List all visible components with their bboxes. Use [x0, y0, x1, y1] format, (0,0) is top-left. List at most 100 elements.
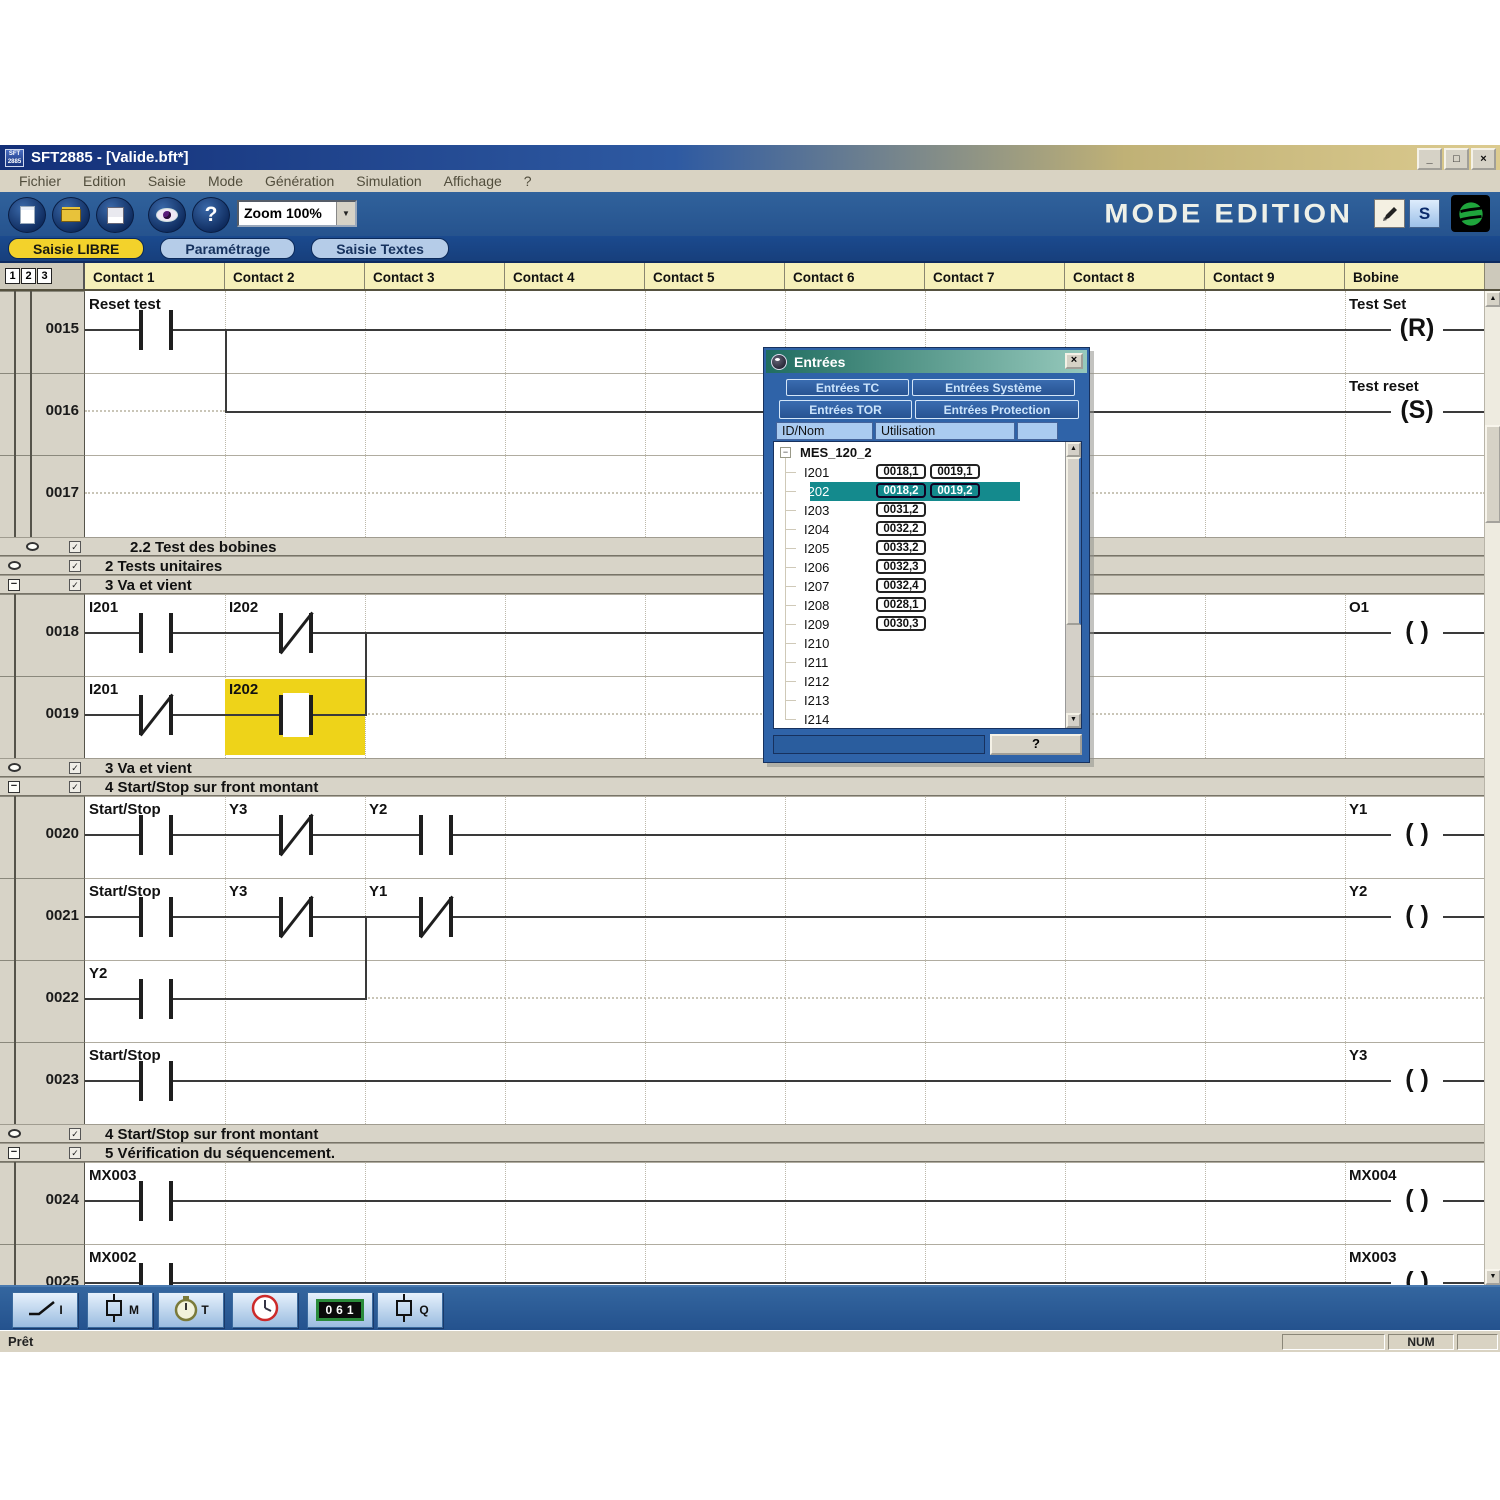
section-end-icon[interactable] [8, 561, 21, 570]
section-bar[interactable]: −✓5 Vérification du séquencement. [0, 1143, 1500, 1162]
dialog-tab-entrées-tor[interactable]: Entrées TOR [779, 400, 912, 419]
rung-0021[interactable]: 0021Start/StopY3Y1Y2( ) [0, 878, 1500, 960]
input-row-I204[interactable]: I2040032,2 [774, 520, 1081, 539]
section-collapse-icon[interactable]: − [8, 579, 20, 591]
view-tab-saisie-textes[interactable]: Saisie Textes [311, 238, 449, 259]
section-end-icon[interactable] [26, 542, 39, 551]
section-bar[interactable]: −✓4 Start/Stop sur front montant [0, 777, 1500, 796]
section-checkbox-icon[interactable]: ✓ [69, 560, 81, 572]
dialog-list-scrollbar[interactable]: ▲▼ [1065, 442, 1081, 728]
scrollbar-thumb[interactable] [1066, 457, 1081, 625]
view-tab-saisie-libre[interactable]: Saisie LIBRE [8, 238, 144, 259]
edit-mode-button[interactable] [1374, 199, 1405, 228]
usage-ref-chip[interactable]: 0032,3 [876, 559, 926, 574]
close-button[interactable]: × [1471, 148, 1496, 170]
section-checkbox-icon[interactable]: ✓ [69, 541, 81, 553]
view-tab-paramétrage[interactable]: Paramétrage [160, 238, 295, 259]
dialog-input-list[interactable]: −MES_120_2I2010018,10019,1I2020018,20019… [773, 441, 1082, 729]
input-row-I211[interactable]: I211 [774, 653, 1081, 672]
usage-ref-chip[interactable]: 0033,2 [876, 540, 926, 555]
save-button[interactable] [96, 197, 134, 233]
restore-button[interactable]: □ [1444, 148, 1469, 170]
zoom-combobox[interactable]: Zoom 100% ▼ [237, 200, 357, 227]
help-button[interactable]: ? [192, 197, 230, 233]
section-checkbox-icon[interactable]: ✓ [69, 762, 81, 774]
ladder-vertical-scrollbar[interactable]: ▲▼ [1484, 291, 1500, 1285]
scroll-down-icon[interactable]: ▼ [1485, 1269, 1500, 1285]
menu-simulation[interactable]: Simulation [345, 171, 432, 191]
rung-0020[interactable]: 0020Start/StopY3Y2Y1( ) [0, 796, 1500, 878]
menu-edition[interactable]: Edition [72, 171, 137, 191]
timer-tool-button[interactable]: T [158, 1292, 224, 1328]
section-collapse-icon[interactable]: − [8, 1147, 20, 1159]
header-corner-123[interactable]: 123 [0, 263, 85, 289]
dialog-column-utilisation[interactable]: Utilisation [875, 422, 1015, 440]
tree-collapse-icon[interactable]: − [780, 447, 791, 458]
zoom-dropdown-arrow-icon[interactable]: ▼ [336, 202, 355, 225]
input-row-I212[interactable]: I212 [774, 672, 1081, 691]
dialog-help-button[interactable]: ? [990, 734, 1082, 755]
input-row-I201[interactable]: I2010018,10019,1 [774, 463, 1081, 482]
input-row-I214[interactable]: I214 [774, 710, 1081, 729]
usage-ref-chip[interactable]: 0018,1 [876, 464, 926, 479]
section-checkbox-icon[interactable]: ✓ [69, 1147, 81, 1159]
section-checkbox-icon[interactable]: ✓ [69, 781, 81, 793]
rung-0023[interactable]: 0023Start/StopY3( ) [0, 1042, 1500, 1124]
memory-coil-tool-button[interactable]: M [87, 1292, 153, 1328]
ladder-canvas[interactable]: 0015Reset testTest Set(R)0016Test reset(… [0, 291, 1500, 1285]
section-bar[interactable]: ✓3 Va et vient [0, 758, 1500, 777]
input-row-I213[interactable]: I213 [774, 691, 1081, 710]
rung-0017[interactable]: 0017 [0, 455, 1500, 537]
usage-ref-chip[interactable]: 0030,3 [876, 616, 926, 631]
scroll-up-icon[interactable]: ▲ [1066, 442, 1081, 457]
input-row-I210[interactable]: I210 [774, 634, 1081, 653]
section-collapse-icon[interactable]: − [8, 781, 20, 793]
output-coil-tool-button[interactable]: Q [377, 1292, 443, 1328]
usage-ref-chip[interactable]: 0028,1 [876, 597, 926, 612]
input-row-I203[interactable]: I2030031,2 [774, 501, 1081, 520]
dialog-close-button[interactable]: × [1065, 353, 1083, 369]
dialog-column-id-nom[interactable]: ID/Nom [776, 422, 873, 440]
counter-tool-button[interactable]: 061 [307, 1292, 373, 1328]
clock-tool-button[interactable] [232, 1292, 298, 1328]
usage-ref-chip[interactable]: 0018,2 [876, 483, 926, 498]
minimize-button[interactable]: _ [1417, 148, 1442, 170]
section-bar[interactable]: ✓4 Start/Stop sur front montant [0, 1124, 1500, 1143]
rung-0019[interactable]: 0019I201I202 [0, 676, 1500, 758]
usage-ref-chip[interactable]: 0019,1 [930, 464, 980, 479]
scroll-down-icon[interactable]: ▼ [1066, 713, 1081, 728]
rung-0025[interactable]: 0025MX002MX003( ) [0, 1244, 1500, 1285]
input-contact-tool-button[interactable]: I [12, 1292, 78, 1328]
section-bar[interactable]: −✓3 Va et vient [0, 575, 1500, 594]
input-row-I205[interactable]: I2050033,2 [774, 539, 1081, 558]
dialog-title-bar[interactable]: Entrées × [766, 350, 1087, 373]
dialog-tab-entrées-protection[interactable]: Entrées Protection [915, 400, 1079, 419]
menu-affichage[interactable]: Affichage [433, 171, 513, 191]
input-row-I206[interactable]: I2060032,3 [774, 558, 1081, 577]
usage-ref-chip[interactable]: 0032,4 [876, 578, 926, 593]
view-button[interactable] [148, 197, 186, 233]
scrollbar-thumb[interactable] [1485, 425, 1500, 523]
section-checkbox-icon[interactable]: ✓ [69, 579, 81, 591]
section-bar[interactable]: ✓2.2 Test des bobines [0, 537, 1500, 556]
menu-mode[interactable]: Mode [197, 171, 254, 191]
usage-ref-chip[interactable]: 0032,2 [876, 521, 926, 536]
menu-?[interactable]: ? [513, 171, 543, 191]
input-row-I207[interactable]: I2070032,4 [774, 577, 1081, 596]
dialog-tab-entrées-système[interactable]: Entrées Système [912, 379, 1075, 396]
rung-0022[interactable]: 0022Y2 [0, 960, 1500, 1042]
tree-root-row[interactable]: −MES_120_2 [774, 444, 1081, 463]
menu-fichier[interactable]: Fichier [8, 171, 72, 191]
section-checkbox-icon[interactable]: ✓ [69, 1128, 81, 1140]
input-row-I209[interactable]: I2090030,3 [774, 615, 1081, 634]
input-row-I208[interactable]: I2080028,1 [774, 596, 1081, 615]
simulation-mode-button[interactable]: S [1409, 199, 1440, 228]
section-bar[interactable]: ✓2 Tests unitaires [0, 556, 1500, 575]
open-file-button[interactable] [52, 197, 90, 233]
rung-0018[interactable]: 0018I201I202O1( ) [0, 594, 1500, 676]
rung-0024[interactable]: 0024MX003MX004( ) [0, 1162, 1500, 1244]
menu-g-n-ration[interactable]: Génération [254, 171, 345, 191]
scroll-up-icon[interactable]: ▲ [1485, 291, 1500, 307]
dialog-tab-entrées-tc[interactable]: Entrées TC [786, 379, 909, 396]
usage-ref-chip[interactable]: 0031,2 [876, 502, 926, 517]
